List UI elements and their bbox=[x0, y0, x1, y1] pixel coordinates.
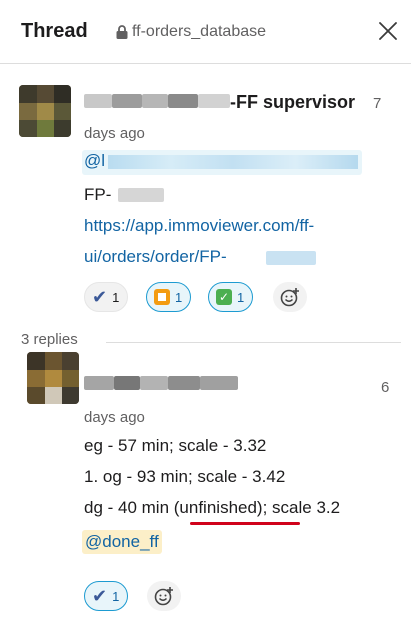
reaction-check-mark[interactable]: ✔ 1 bbox=[84, 581, 129, 611]
thread-header: Thread ff-orders_database bbox=[0, 0, 411, 64]
add-reaction-button[interactable] bbox=[273, 282, 307, 312]
message-line: eg - 57 min; scale - 3.32 bbox=[84, 436, 267, 455]
author-name[interactable]: -FF supervisor bbox=[230, 92, 355, 113]
reaction-white-check-mark[interactable]: ✓ 1 bbox=[208, 282, 254, 312]
red-annotation-underline bbox=[190, 522, 300, 525]
divider bbox=[106, 342, 401, 343]
lock-icon bbox=[116, 25, 128, 39]
timestamp[interactable]: 7 bbox=[373, 95, 381, 112]
order-link[interactable]: https://app.immoviewer.com/ff- bbox=[84, 216, 314, 236]
reaction-check-mark[interactable]: ✔ 1 bbox=[84, 282, 129, 312]
add-reaction-button[interactable] bbox=[147, 581, 181, 611]
message-line: 1. og - 93 min; scale - 3.42 bbox=[84, 467, 286, 486]
replies-count: 3 replies bbox=[21, 331, 78, 348]
thread-title: Thread bbox=[21, 20, 88, 42]
avatar[interactable] bbox=[19, 85, 71, 137]
orange-square-icon bbox=[154, 289, 170, 305]
redacted-text bbox=[118, 188, 164, 202]
message-line: dg - 40 min (unfinished); scale 3.2 bbox=[84, 498, 341, 517]
order-link[interactable]: ui/orders/order/FP- bbox=[84, 247, 227, 267]
redacted-text bbox=[108, 155, 358, 169]
add-reaction-icon bbox=[154, 587, 173, 606]
reaction-orange-square[interactable]: 1 bbox=[146, 282, 192, 312]
add-reaction-icon bbox=[280, 288, 299, 307]
heavy-check-mark-icon: ✔ bbox=[92, 287, 108, 307]
timestamp[interactable]: days ago bbox=[84, 125, 145, 142]
avatar[interactable] bbox=[27, 352, 79, 404]
close-icon[interactable] bbox=[377, 20, 399, 42]
white-check-mark-icon: ✓ bbox=[216, 289, 232, 305]
unfinished-text: (unfinished) bbox=[173, 498, 263, 517]
channel-name[interactable]: ff-orders_database bbox=[132, 23, 266, 41]
group-mention[interactable]: @done_ff bbox=[82, 530, 162, 554]
redacted-text bbox=[266, 251, 316, 265]
timestamp[interactable]: days ago bbox=[84, 409, 145, 426]
timestamp[interactable]: 6 bbox=[381, 379, 389, 396]
heavy-check-mark-icon: ✔ bbox=[92, 586, 108, 606]
user-mention[interactable]: @l bbox=[82, 150, 362, 175]
message-line: FP- bbox=[84, 185, 112, 204]
